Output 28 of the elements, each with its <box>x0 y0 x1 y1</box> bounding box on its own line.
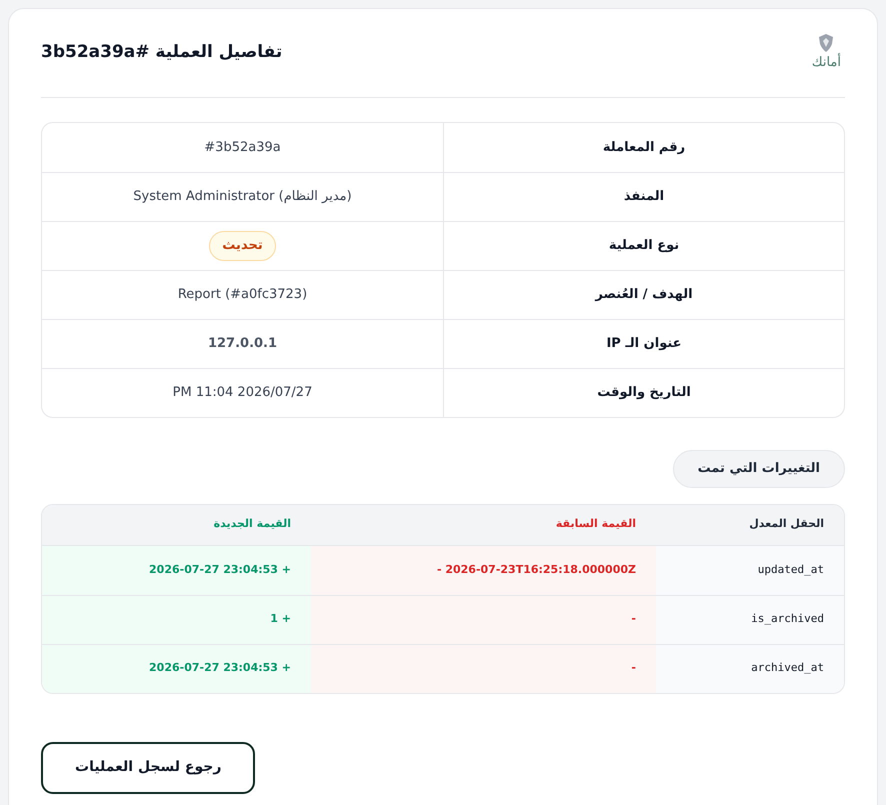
new-value: 1 + <box>270 611 291 628</box>
detail-label: عنوان الـ IP <box>606 335 682 354</box>
detail-label: رقم المعاملة <box>602 138 686 157</box>
detail-value: System Administrator (مدير النظام) <box>133 188 352 206</box>
page-title: تفاصيل العملية #3b52a39a <box>41 41 282 64</box>
old-value: - 2026-07-23T16:25:18.000000Z <box>436 562 636 578</box>
detail-value: 127.0.0.1 <box>208 335 278 354</box>
old-value: - <box>631 611 636 628</box>
field-name: archived_at <box>751 660 824 676</box>
changes-heading: التغييرات التي تمت <box>672 450 845 488</box>
logo-text: أمانك <box>812 53 841 72</box>
detail-value: Report (#a0fc3723) <box>178 286 308 304</box>
detail-label: المنفذ <box>624 188 664 206</box>
old-value: - <box>631 660 636 676</box>
detail-label: التاريخ والوقت <box>597 384 691 402</box>
detail-label: نوع العملية <box>608 237 680 256</box>
detail-value: #3b52a39a <box>204 138 281 157</box>
column-header: الحقل المعدل <box>748 516 825 532</box>
operation-type-badge: تحديث <box>209 231 276 261</box>
column-header: القيمة الجديدة <box>212 516 292 532</box>
column-header: القيمة السابقة <box>554 516 637 532</box>
new-value: 2026-07-27 23:04:53 + <box>149 562 291 578</box>
detail-label: الهدف / العُنصر <box>595 286 693 304</box>
back-button[interactable]: رجوع لسجل العمليات <box>41 742 256 794</box>
field-name: updated_at <box>758 562 824 578</box>
new-value: 2026-07-27 23:04:53 + <box>149 660 291 676</box>
detail-value: PM 11:04 2026/07/27 <box>172 384 312 402</box>
field-name: is_archived <box>751 611 824 628</box>
